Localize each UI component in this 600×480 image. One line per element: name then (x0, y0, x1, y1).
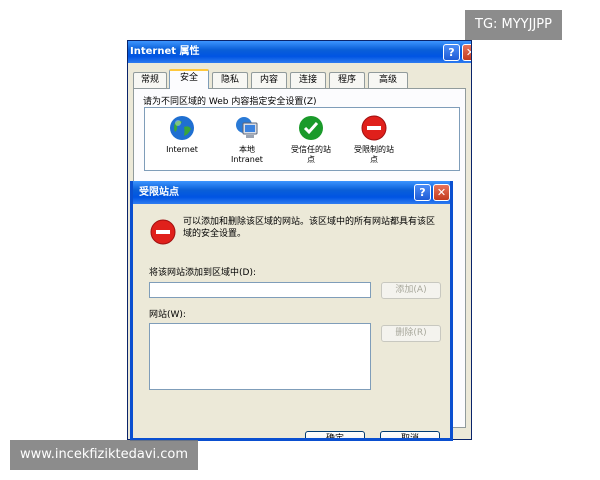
help-icon[interactable]: ? (414, 184, 431, 201)
zone-trusted-sites[interactable]: 受信任的站 点 (280, 115, 342, 165)
help-icon[interactable]: ? (443, 44, 460, 61)
zone-local-intranet-label: 本地 Intranet (231, 145, 263, 164)
checkmark-icon (298, 115, 324, 141)
zone-local-intranet[interactable]: 本地 Intranet (216, 115, 278, 165)
tab-programs[interactable]: 程序 (329, 72, 365, 88)
tab-general[interactable]: 常规 (133, 72, 167, 88)
globe-icon (169, 115, 195, 141)
tab-privacy[interactable]: 隐私 (212, 72, 248, 88)
watermark-top-right: TG: MYYJJPP (465, 10, 562, 40)
computer-icon (234, 115, 260, 141)
cancel-button[interactable]: 取消 (380, 431, 440, 438)
tab-connections[interactable]: 连接 (290, 72, 326, 88)
dialog-title: 受限站点 (139, 187, 179, 198)
tab-content[interactable]: 内容 (251, 72, 287, 88)
restricted-sites-titlebar: 受限站点 (133, 181, 450, 204)
zone-prompt: 请为不同区域的 Web 内容指定安全设置(Z) (143, 97, 317, 107)
zone-restricted-sites-label: 受限制的站 点 (354, 145, 394, 164)
tab-security[interactable]: 安全 (169, 69, 209, 89)
zone-internet[interactable]: Internet (151, 115, 213, 155)
close-icon[interactable]: ✕ (433, 184, 450, 201)
add-site-input[interactable] (149, 282, 371, 298)
add-button[interactable]: 添加(A) (381, 282, 441, 299)
ok-button[interactable]: 确定 (305, 431, 365, 438)
watermark-bottom-left: www.incekfiziktedavi.com (10, 440, 199, 470)
sites-list[interactable] (149, 323, 371, 390)
close-icon[interactable]: ✕ (462, 44, 471, 61)
internet-properties-titlebar: Internet 属性 (128, 41, 471, 63)
zone-restricted-sites[interactable]: 受限制的站 点 (343, 115, 405, 165)
no-entry-icon (361, 115, 387, 141)
sites-list-label: 网站(W): (149, 310, 186, 320)
dialog-description: 可以添加和删除该区域的网站。该区域中的所有网站都具有该区域的安全设置。 (183, 217, 436, 239)
zone-list: Internet 本地 Intranet 受信任的站 点 受限制的站 点 (144, 107, 460, 171)
restricted-sites-dialog: 受限站点 ? ✕ 可以添加和删除该区域的网站。该区域中的所有网站都具有该区域的安… (130, 181, 453, 441)
add-site-label: 将该网站添加到区域中(D): (149, 268, 256, 278)
zone-trusted-sites-label: 受信任的站 点 (291, 145, 331, 164)
tab-advanced[interactable]: 高级 (368, 72, 408, 88)
zone-internet-label: Internet (166, 145, 198, 154)
no-entry-icon (150, 219, 176, 245)
remove-button[interactable]: 删除(R) (381, 325, 441, 342)
window-title: Internet 属性 (130, 46, 200, 57)
